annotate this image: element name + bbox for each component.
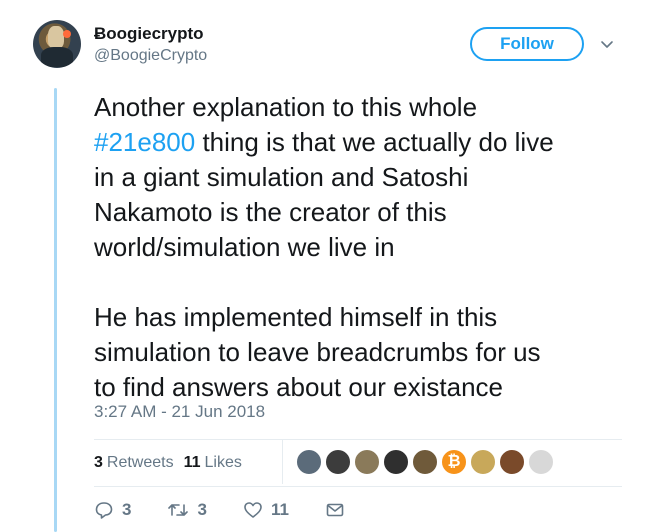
direct-message-button[interactable] bbox=[325, 500, 353, 520]
reply-icon bbox=[95, 502, 113, 519]
tweet-line: Another explanation to this whole bbox=[94, 92, 478, 122]
like-button[interactable]: 11 bbox=[243, 500, 289, 520]
likes-label: Likes bbox=[204, 454, 242, 471]
chevron-down-icon[interactable] bbox=[600, 38, 614, 52]
author-name[interactable]: Ƀoogiecrypto bbox=[94, 24, 204, 44]
reply-count: 3 bbox=[122, 500, 132, 519]
retweet-icon bbox=[168, 504, 189, 516]
divider bbox=[94, 486, 622, 487]
retweet-count: 3 bbox=[197, 500, 207, 519]
tweet-line: simulation to leave breadcrumbs for us bbox=[94, 337, 541, 367]
liker-avatar[interactable] bbox=[325, 449, 351, 475]
tweet-line: world/simulation we live in bbox=[94, 232, 395, 262]
liker-avatar[interactable] bbox=[296, 449, 322, 475]
divider bbox=[282, 440, 283, 484]
tweet-actions: 3 3 11 bbox=[94, 500, 389, 520]
tweet-timestamp[interactable]: 3:27 AM - 21 Jun 2018 bbox=[94, 402, 265, 422]
likers-avatars: ₿ bbox=[296, 449, 557, 475]
retweets-stat[interactable]: 3 Retweets bbox=[94, 454, 174, 472]
liker-avatar[interactable] bbox=[499, 449, 525, 475]
divider bbox=[94, 439, 622, 440]
tweet-line: He has implemented himself in this bbox=[94, 302, 498, 332]
liker-avatar-bitcoin[interactable]: ₿ bbox=[441, 449, 467, 475]
hashtag-link[interactable]: #21e800 bbox=[94, 127, 195, 157]
likes-stat[interactable]: 11 Likes bbox=[184, 454, 242, 472]
tweet-line-text: thing is that we actually do live bbox=[195, 127, 554, 157]
tweet-stats: 3 Retweets 11 Likes bbox=[94, 452, 252, 474]
tweet-line: to find answers about our existance bbox=[94, 372, 504, 402]
liker-avatar[interactable] bbox=[383, 449, 409, 475]
like-count: 11 bbox=[270, 500, 289, 519]
retweets-count: 3 bbox=[94, 454, 103, 471]
author-handle[interactable]: @BoogieCrypto bbox=[94, 47, 207, 65]
liker-avatar[interactable] bbox=[412, 449, 438, 475]
follow-button[interactable]: Follow bbox=[470, 27, 584, 61]
tweet-line: #21e800 thing is that we actually do liv… bbox=[94, 125, 634, 160]
likes-count: 11 bbox=[183, 454, 201, 471]
liker-avatar[interactable] bbox=[528, 449, 554, 475]
liker-avatar[interactable] bbox=[470, 449, 496, 475]
envelope-icon bbox=[326, 503, 344, 517]
heart-icon bbox=[244, 502, 262, 518]
avatar[interactable] bbox=[33, 20, 81, 68]
reply-button[interactable]: 3 bbox=[94, 500, 131, 520]
tweet-text: Another explanation to this whole #21e80… bbox=[94, 90, 634, 405]
retweet-button[interactable]: 3 bbox=[167, 500, 207, 520]
liker-avatar[interactable] bbox=[354, 449, 380, 475]
tweet-line: in a giant simulation and Satoshi bbox=[94, 162, 469, 192]
tweet-line: Nakamoto is the creator of this bbox=[94, 197, 447, 227]
retweets-label: Retweets bbox=[106, 454, 174, 471]
thread-line bbox=[54, 88, 57, 532]
